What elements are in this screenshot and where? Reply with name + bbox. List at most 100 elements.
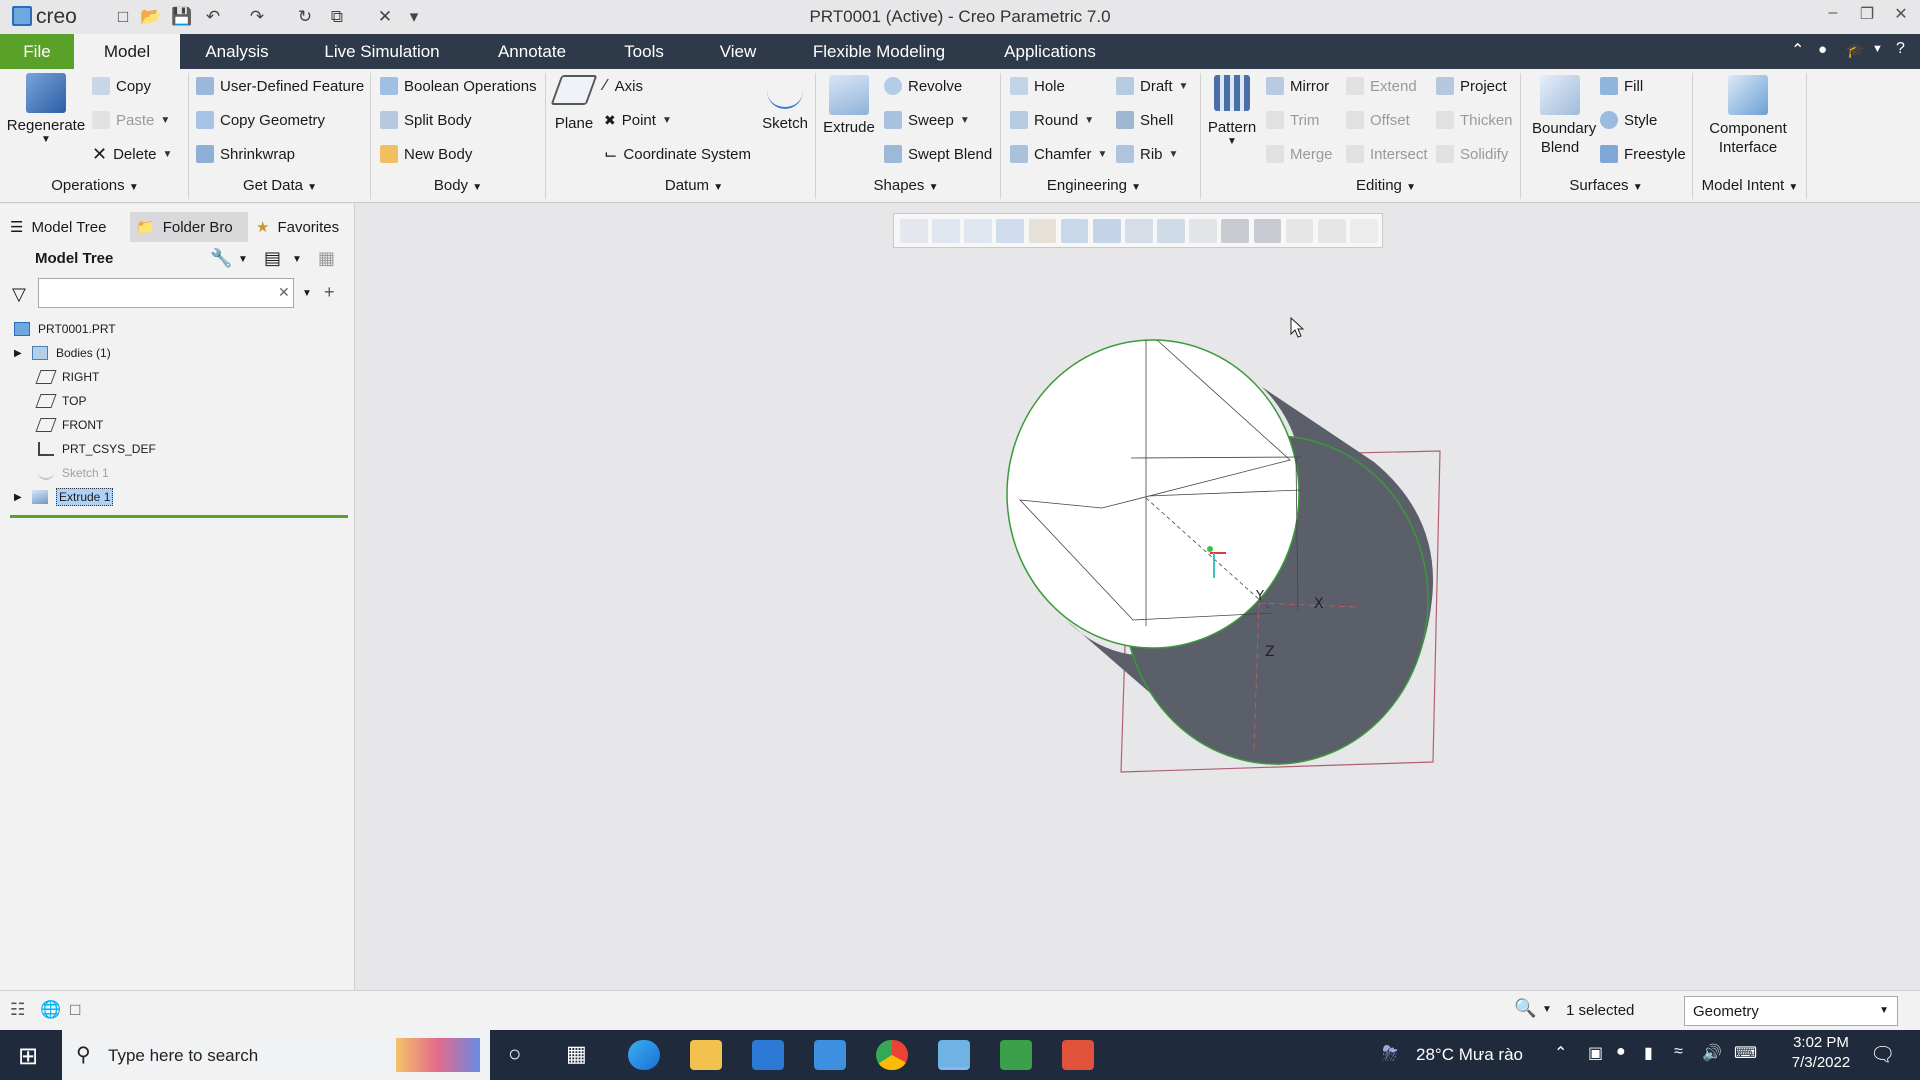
filter-dropdown-icon[interactable]: ▼ [1879, 1005, 1889, 1016]
tab-tools[interactable]: Tools [604, 34, 684, 69]
tree-item-extrude[interactable]: ▶ Extrude 1 [14, 485, 114, 509]
coordinate-system-button[interactable]: ⌙ Coordinate System [604, 142, 751, 166]
split-body-button[interactable]: Split Body [380, 108, 472, 132]
tree-item-right[interactable]: RIGHT [35, 365, 99, 389]
zoom-in-icon[interactable] [932, 218, 960, 243]
trim-button[interactable]: Trim [1266, 108, 1319, 132]
boolean-operations-button[interactable]: Boolean Operations [380, 74, 537, 98]
selection-dropdown-icon[interactable]: ▼ [1542, 1004, 1552, 1015]
zoom-out-icon[interactable] [964, 218, 993, 243]
tree-item-top[interactable]: TOP [35, 389, 86, 413]
restore-icon[interactable]: ❐ [1852, 4, 1882, 28]
expand-icon[interactable]: ▶ [14, 348, 32, 359]
mail-icon[interactable] [814, 1040, 846, 1070]
tab-model-tree[interactable]: ☰ Model Tree [10, 212, 107, 242]
extrude-button[interactable]: Extrude [822, 75, 876, 136]
boundary-blend-button[interactable]: Boundary Blend [1526, 75, 1596, 157]
task-view-icon[interactable]: ▦ [566, 1041, 587, 1067]
merge-button[interactable]: Merge [1266, 142, 1333, 166]
refit-icon[interactable] [900, 218, 928, 243]
datum-display-icon[interactable] [1189, 218, 1218, 243]
notification-icon[interactable]: ● [1818, 41, 1827, 58]
group-editing[interactable]: Editing ▼ [1336, 177, 1436, 194]
regenerate-button[interactable]: Regenerate ▼ [6, 73, 86, 145]
tab-analysis[interactable]: Analysis [186, 34, 288, 69]
group-operations[interactable]: Operations ▼ [30, 177, 160, 194]
display-style-icon[interactable] [1092, 218, 1121, 243]
tab-favorites[interactable]: ★ Favorites [256, 212, 339, 242]
style-button[interactable]: Style [1600, 108, 1657, 132]
project-button[interactable]: Project [1436, 74, 1507, 98]
shrinkwrap-button[interactable]: Shrinkwrap [196, 142, 295, 166]
tree-item-csys[interactable]: PRT_CSYS_DEF [38, 437, 156, 461]
chamfer-button[interactable]: Chamfer ▼ [1010, 142, 1107, 166]
settings-dropdown-icon[interactable]: ▼ [1872, 43, 1883, 55]
tab-annotate[interactable]: Annotate [478, 34, 586, 69]
filter-icon[interactable]: ▽ [12, 284, 26, 305]
help-icon[interactable]: ? [1896, 40, 1905, 58]
fill-button[interactable]: Fill [1600, 74, 1643, 98]
group-model-intent[interactable]: Model Intent ▼ [1694, 177, 1806, 194]
group-shapes[interactable]: Shapes ▼ [856, 177, 956, 194]
group-engineering[interactable]: Engineering ▼ [1040, 177, 1148, 194]
show-dropdown-icon[interactable]: ▼ [292, 254, 302, 265]
sketch-button[interactable]: Sketch [760, 75, 810, 132]
revolve-button[interactable]: Revolve [884, 74, 962, 98]
clear-search-icon[interactable]: ✕ [278, 284, 290, 301]
pattern-button[interactable]: Pattern ▼ [1206, 75, 1258, 147]
mirror-button[interactable]: Mirror [1266, 74, 1329, 98]
draft-button[interactable]: Draft ▼ [1116, 74, 1188, 98]
show-hidden-icons-icon[interactable]: ⌃ [1554, 1043, 1567, 1063]
tab-flexible-modeling[interactable]: Flexible Modeling [796, 34, 962, 69]
plane-button[interactable]: Plane [550, 75, 598, 132]
annotation-display-icon[interactable] [1221, 218, 1250, 243]
navigator-toggle-icon[interactable]: ☷ [10, 1000, 25, 1020]
store-icon[interactable] [752, 1040, 784, 1070]
tree-item-sketch[interactable]: Sketch 1 [38, 461, 109, 485]
selection-filter-icon[interactable]: 🔍 [1514, 998, 1536, 1019]
hole-button[interactable]: Hole [1010, 74, 1065, 98]
rib-button[interactable]: Rib ▼ [1116, 142, 1178, 166]
show-icon[interactable]: ▤ [264, 248, 281, 269]
browser-toggle-icon[interactable]: 🌐 [40, 1000, 61, 1020]
windows-start-icon[interactable]: ⊞ [18, 1042, 38, 1071]
solidify-button[interactable]: Solidify [1436, 142, 1508, 166]
tab-view[interactable]: View [700, 34, 776, 69]
learning-icon[interactable]: 🎓 [1846, 41, 1865, 59]
component-interface-button[interactable]: Component Interface [1698, 75, 1798, 157]
offset-button[interactable]: Offset [1346, 108, 1410, 132]
perspective-icon[interactable] [1157, 218, 1185, 243]
minimize-icon[interactable]: – [1818, 4, 1848, 28]
expand-icon[interactable]: ▶ [14, 492, 32, 503]
appearance-icon[interactable] [1285, 218, 1314, 243]
clock[interactable]: 3:02 PM 7/3/2022 [1776, 1034, 1866, 1071]
axis-button[interactable]: ⁄ Axis [604, 74, 643, 98]
tree-item-part[interactable]: PRT0001.PRT [14, 317, 116, 341]
search-dropdown-icon[interactable]: ▼ [302, 288, 312, 299]
view-normal-icon[interactable] [1349, 218, 1378, 243]
copy-button[interactable]: Copy [92, 74, 151, 98]
notifications-icon[interactable]: 🗨 [1870, 1042, 1895, 1067]
saved-orientations-icon[interactable] [1060, 218, 1089, 243]
weather-icon[interactable]: ⛈ [1382, 1043, 1398, 1066]
file-explorer-icon[interactable] [690, 1040, 722, 1070]
cortana-icon[interactable]: ○ [508, 1041, 521, 1067]
freestyle-button[interactable]: Freestyle [1600, 142, 1686, 166]
tree-item-bodies[interactable]: ▶ Bodies (1) [14, 341, 111, 365]
round-button[interactable]: Round ▼ [1010, 108, 1094, 132]
tab-applications[interactable]: Applications [990, 34, 1110, 69]
group-datum[interactable]: Datum ▼ [644, 177, 744, 194]
tab-folder-browser[interactable]: 📁 Folder Bro [130, 212, 248, 242]
battery-icon[interactable]: ▮ [1644, 1043, 1653, 1063]
group-surfaces[interactable]: Surfaces ▼ [1560, 177, 1652, 194]
spin-center-icon[interactable] [1028, 218, 1057, 243]
paste-button[interactable]: Paste ▼ [92, 108, 170, 132]
intersect-button[interactable]: Intersect [1346, 142, 1428, 166]
volume-icon[interactable]: 🔊 [1702, 1043, 1722, 1063]
shell-button[interactable]: Shell [1116, 108, 1173, 132]
recorder-icon[interactable] [1062, 1040, 1094, 1070]
tree-search-input[interactable] [38, 278, 294, 308]
camtasia-icon[interactable] [1000, 1040, 1032, 1070]
weather-text[interactable]: 28°C Mưa rào [1416, 1045, 1523, 1065]
tab-file[interactable]: File [0, 34, 74, 69]
